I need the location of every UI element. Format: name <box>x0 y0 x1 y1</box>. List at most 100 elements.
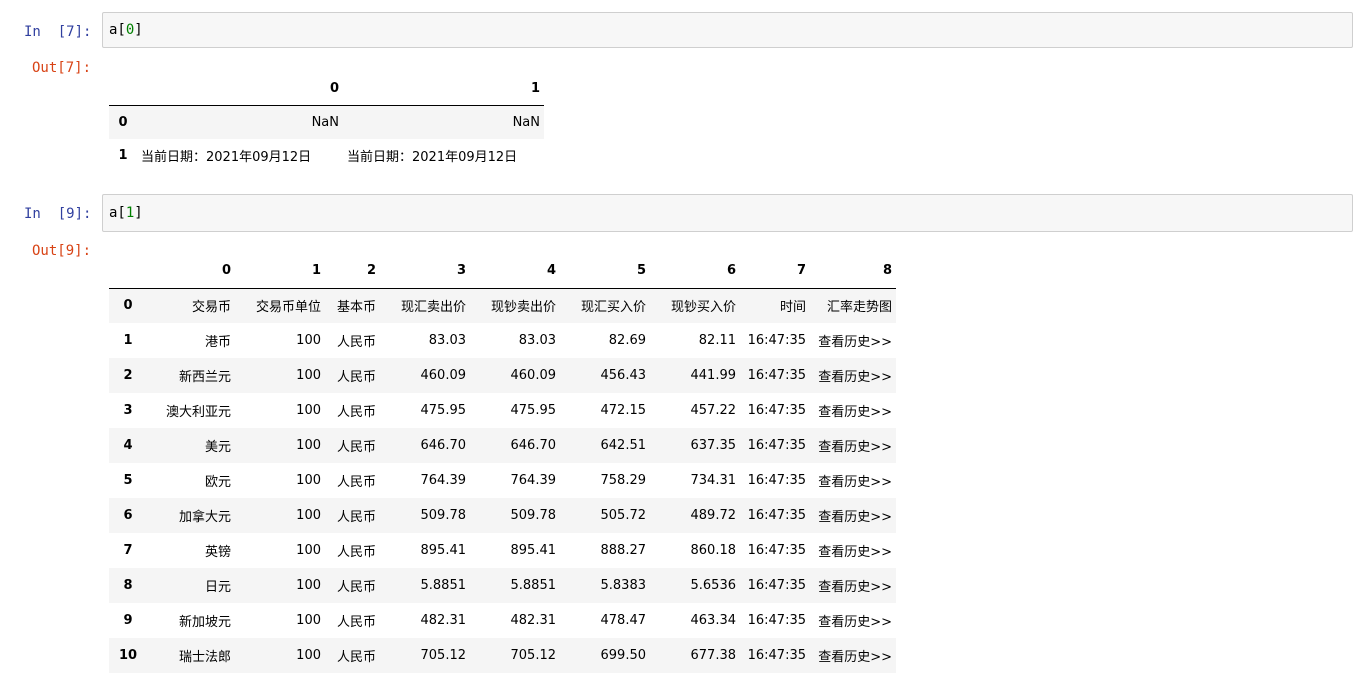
table-cell: 100 <box>296 368 321 383</box>
table-cell: 欧元 <box>204 475 231 490</box>
row-index: 0 <box>118 114 128 130</box>
table-row: 1 港币 100 人民币 83.03 83.03 82.69 82.11 16:47:35 查看历… <box>109 323 896 358</box>
column-header: 4 <box>470 253 560 289</box>
table-cell: 677.38 <box>690 648 737 663</box>
table-cell: 100 <box>296 403 321 418</box>
column-header: 5 <box>560 253 650 289</box>
table-cell: 当前日期：2021年09月12日 <box>347 149 518 165</box>
row-index: 7 <box>123 543 133 558</box>
table-cell: 5.8383 <box>600 578 647 593</box>
row-index: 10 <box>118 648 138 663</box>
table-cell: 5.6536 <box>690 578 737 593</box>
table-cell: 时间 <box>779 300 806 316</box>
table-cell: 758.29 <box>600 473 647 488</box>
table-cell: 82.69 <box>608 333 646 348</box>
column-header: 7 <box>740 253 810 289</box>
table-row: 1 当前日期：2021年09月12日 当前日期：2021年09月12日 <box>109 138 544 172</box>
table-cell: 人民币 <box>336 335 376 350</box>
table-cell: 505.72 <box>600 508 647 523</box>
table-cell: 16:47:35 <box>747 543 806 558</box>
table-cell: 查看历史>> <box>818 475 892 490</box>
input-prompt: In [7]: <box>24 24 92 40</box>
table-cell: 日元 <box>204 580 231 595</box>
table-cell: 478.47 <box>600 613 647 628</box>
table-cell: 100 <box>296 333 321 348</box>
table-cell: 人民币 <box>336 440 376 455</box>
table-cell: 764.39 <box>420 473 467 488</box>
table-cell: 人民币 <box>336 580 376 595</box>
table-cell: 646.70 <box>420 438 467 453</box>
row-index: 3 <box>123 403 133 418</box>
table-cell: 860.18 <box>690 543 737 558</box>
table-cell: 人民币 <box>336 545 376 560</box>
table-cell: 82.11 <box>698 333 736 348</box>
code-input-cell[interactable]: a[0] <box>102 12 1353 48</box>
code-token: ] <box>134 22 143 38</box>
table-cell: 100 <box>296 578 321 593</box>
dataframe-output: 01 0 NaN NaN 1 当前日期：2021年09月12日 当前日期：2021年09月… <box>109 71 544 172</box>
table-cell: 5.8851 <box>510 578 557 593</box>
table-cell: 当前日期：2021年09月12日 <box>141 149 312 165</box>
table-cell: 查看历史>> <box>818 405 892 420</box>
table-cell: 463.34 <box>690 613 737 628</box>
table-cell: 482.31 <box>510 613 557 628</box>
table-header-row: 01 <box>109 71 544 106</box>
table-cell: 100 <box>296 508 321 523</box>
table-row: 0 NaN NaN <box>109 105 544 139</box>
output-prompt: Out[9]: <box>32 243 92 259</box>
table-cell: NaN <box>311 114 339 130</box>
table-cell: NaN <box>512 114 540 130</box>
table-cell: 查看历史>> <box>818 510 892 525</box>
table-cell: 705.12 <box>510 648 557 663</box>
table-row: 10 瑞士法郎 100 人民币 705.12 705.12 699.50 677.38 16:4… <box>109 638 896 673</box>
table-cell: 人民币 <box>336 650 376 665</box>
table-cell: 16:47:35 <box>747 368 806 383</box>
column-header: 1 <box>343 71 544 106</box>
dataframe-output: 012345678 0 交易币 交易币单位 基本币 现汇卖出价 现钞卖出价 现汇买入价 现钞买… <box>109 253 896 673</box>
table-row: 8 日元 100 人民币 5.8851 5.8851 5.8383 5.6536 16:47:3… <box>109 568 896 603</box>
code-token: ] <box>134 205 143 221</box>
table-cell: 人民币 <box>336 615 376 630</box>
table-cell: 基本币 <box>336 300 376 316</box>
table-cell: 16:47:35 <box>747 648 806 663</box>
row-index: 0 <box>123 298 133 314</box>
table-cell: 16:47:35 <box>747 333 806 348</box>
table-cell: 澳大利亚元 <box>165 405 231 420</box>
table-cell: 457.22 <box>690 403 737 418</box>
table-cell: 646.70 <box>510 438 557 453</box>
row-index: 1 <box>123 333 133 348</box>
output-prompt: Out[7]: <box>32 60 92 76</box>
table-cell: 472.15 <box>600 403 647 418</box>
table-cell: 查看历史>> <box>818 440 892 455</box>
table-cell: 查看历史>> <box>818 335 892 350</box>
table-header-row: 012345678 <box>109 253 896 289</box>
table-cell: 加拿大元 <box>178 510 231 525</box>
table-cell: 查看历史>> <box>818 545 892 560</box>
table-cell: 查看历史>> <box>818 615 892 630</box>
table-cell: 人民币 <box>336 510 376 525</box>
table-cell: 764.39 <box>510 473 557 488</box>
table-cell: 475.95 <box>510 403 557 418</box>
row-index: 4 <box>123 438 133 453</box>
code-input-cell[interactable]: a[1] <box>102 194 1353 232</box>
table-cell: 888.27 <box>600 543 647 558</box>
table-row: 0 交易币 交易币单位 基本币 现汇卖出价 现钞卖出价 现汇买入价 现钞买入价 时间 汇率走势图 <box>109 288 896 323</box>
column-header <box>109 253 147 289</box>
column-header: 0 <box>137 71 343 106</box>
table-row: 9 新加坡元 100 人民币 482.31 482.31 478.47 463.34 16:47… <box>109 603 896 638</box>
input-prompt: In [9]: <box>24 206 92 222</box>
table-cell: 现钞卖出价 <box>490 300 556 316</box>
table-cell: 100 <box>296 613 321 628</box>
table-cell: 新西兰元 <box>178 370 231 385</box>
row-index: 6 <box>123 508 133 523</box>
table-cell: 637.35 <box>690 438 737 453</box>
code-text: a[0] <box>109 22 143 38</box>
table-cell: 83.03 <box>428 333 466 348</box>
row-index: 1 <box>118 147 128 163</box>
table-cell: 705.12 <box>420 648 467 663</box>
table-row: 5 欧元 100 人民币 764.39 764.39 758.29 734.31 16:47:3… <box>109 463 896 498</box>
table-cell: 83.03 <box>518 333 556 348</box>
table-cell: 新加坡元 <box>178 615 231 630</box>
table-row: 6 加拿大元 100 人民币 509.78 509.78 505.72 489.72 16:47… <box>109 498 896 533</box>
table-cell: 460.09 <box>420 368 467 383</box>
